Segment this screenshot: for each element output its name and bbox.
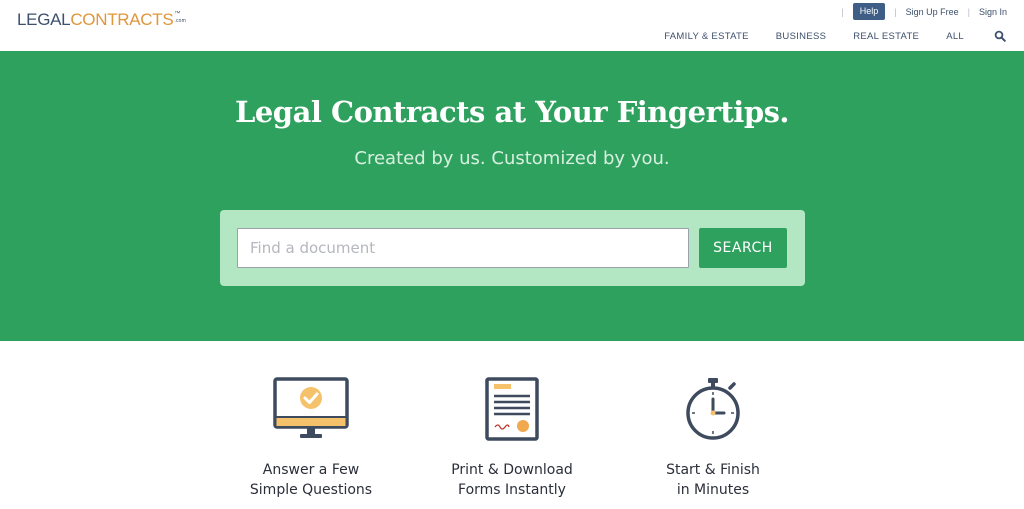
feature-label-line: Start & Finish [666, 462, 760, 478]
document-icon [485, 377, 539, 445]
nav-separator: | [967, 6, 970, 17]
search-panel: SEARCH [220, 210, 805, 286]
utility-nav: | Help | Sign Up Free | Sign In [832, 3, 1007, 20]
feature-label-line: in Minutes [676, 482, 750, 498]
feature-label: Start & Finish in Minutes [613, 460, 813, 500]
monitor-check-icon [273, 377, 349, 445]
feature-label: Answer a Few Simple Questions [211, 460, 411, 500]
hero-title: Legal Contracts at Your Fingertips. [234, 95, 790, 129]
nav-separator: | [841, 6, 844, 17]
feature-label: Print & Download Forms Instantly [412, 460, 612, 500]
logo-part-contracts: CONTRACTS [70, 10, 174, 29]
features-section: Answer a Few Simple Questions Print & Do… [0, 341, 1024, 509]
sign-in-link[interactable]: Sign In [979, 7, 1007, 17]
nav-business[interactable]: BUSINESS [776, 31, 826, 42]
logo-dotcom: .com [174, 18, 187, 24]
logo-trademark: ™ [174, 11, 181, 17]
feature-label-line: Forms Instantly [458, 482, 566, 498]
main-nav: FAMILY & ESTATE BUSINESS REAL ESTATE ALL [664, 30, 1006, 42]
help-button[interactable]: Help [852, 3, 886, 20]
feature-label-line: Print & Download [451, 462, 573, 478]
nav-all[interactable]: ALL [946, 31, 964, 42]
logo-superscript: ™ .com [174, 11, 186, 25]
nav-real-estate[interactable]: REAL ESTATE [853, 31, 919, 42]
hero-subtitle: Created by us. Customized by you. [354, 148, 670, 169]
site-header: LEGALCONTRACTS ™ .com | Help | Sign Up F… [0, 0, 1024, 51]
logo-part-legal: LEGAL [17, 10, 71, 29]
logo-wordmark: LEGALCONTRACTS [17, 10, 174, 30]
nav-family-estate[interactable]: FAMILY & ESTATE [664, 31, 749, 42]
hero-banner: Legal Contracts at Your Fingertips. Crea… [0, 51, 1024, 341]
logo[interactable]: LEGALCONTRACTS ™ .com [17, 10, 186, 30]
feature-label-line: Simple Questions [249, 482, 373, 498]
sign-up-link[interactable]: Sign Up Free [906, 7, 959, 17]
search-icon[interactable] [994, 30, 1006, 42]
search-button[interactable]: SEARCH [699, 228, 787, 268]
stopwatch-icon [683, 377, 743, 445]
nav-separator: | [894, 6, 897, 17]
document-search-input[interactable] [237, 228, 689, 268]
feature-label-line: Answer a Few [262, 462, 360, 478]
